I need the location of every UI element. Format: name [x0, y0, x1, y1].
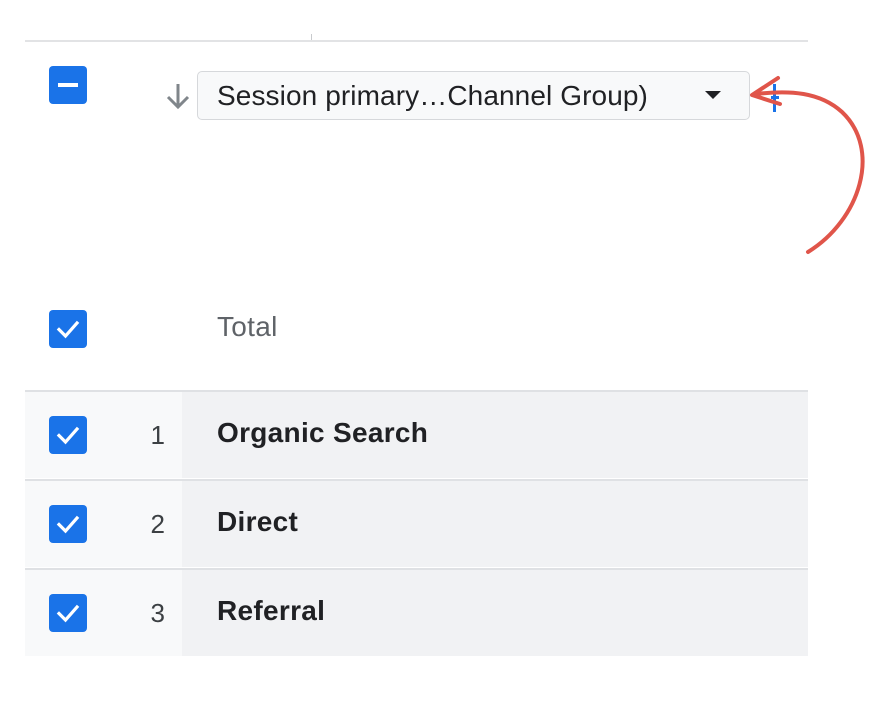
annotation-arrow-icon [750, 76, 865, 254]
row-index: 3 [150, 598, 165, 628]
minus-icon [58, 83, 78, 87]
select-all-checkbox[interactable] [49, 66, 87, 104]
row-index: 2 [150, 509, 165, 539]
total-checkbox[interactable] [49, 310, 87, 348]
report-table: Session primary…Channel Group) Total 1 O… [0, 0, 874, 709]
dimension-select[interactable]: Session primary…Channel Group) [197, 71, 750, 120]
row-index: 1 [150, 420, 165, 450]
table-row[interactable]: 3 Referral [25, 568, 808, 656]
row-checkbox[interactable] [49, 505, 87, 543]
dimension-select-value: Session primary…Channel Group) [217, 79, 648, 111]
row-checkbox[interactable] [49, 594, 87, 632]
row-label: Referral [217, 595, 326, 626]
table-row[interactable]: 2 Direct [25, 479, 808, 567]
column-resize-mark [311, 34, 312, 40]
arrow-down-icon[interactable] [163, 80, 193, 112]
table-row[interactable]: 1 Organic Search [25, 390, 808, 478]
total-label: Total [217, 311, 278, 342]
check-icon [56, 604, 80, 623]
check-icon [56, 426, 80, 445]
row-label: Organic Search [217, 417, 429, 448]
check-icon [56, 320, 80, 339]
row-checkbox[interactable] [49, 416, 87, 454]
table-top-divider [25, 40, 808, 42]
check-icon [56, 515, 80, 534]
row-label: Direct [217, 506, 299, 537]
caret-down-icon [705, 91, 721, 99]
